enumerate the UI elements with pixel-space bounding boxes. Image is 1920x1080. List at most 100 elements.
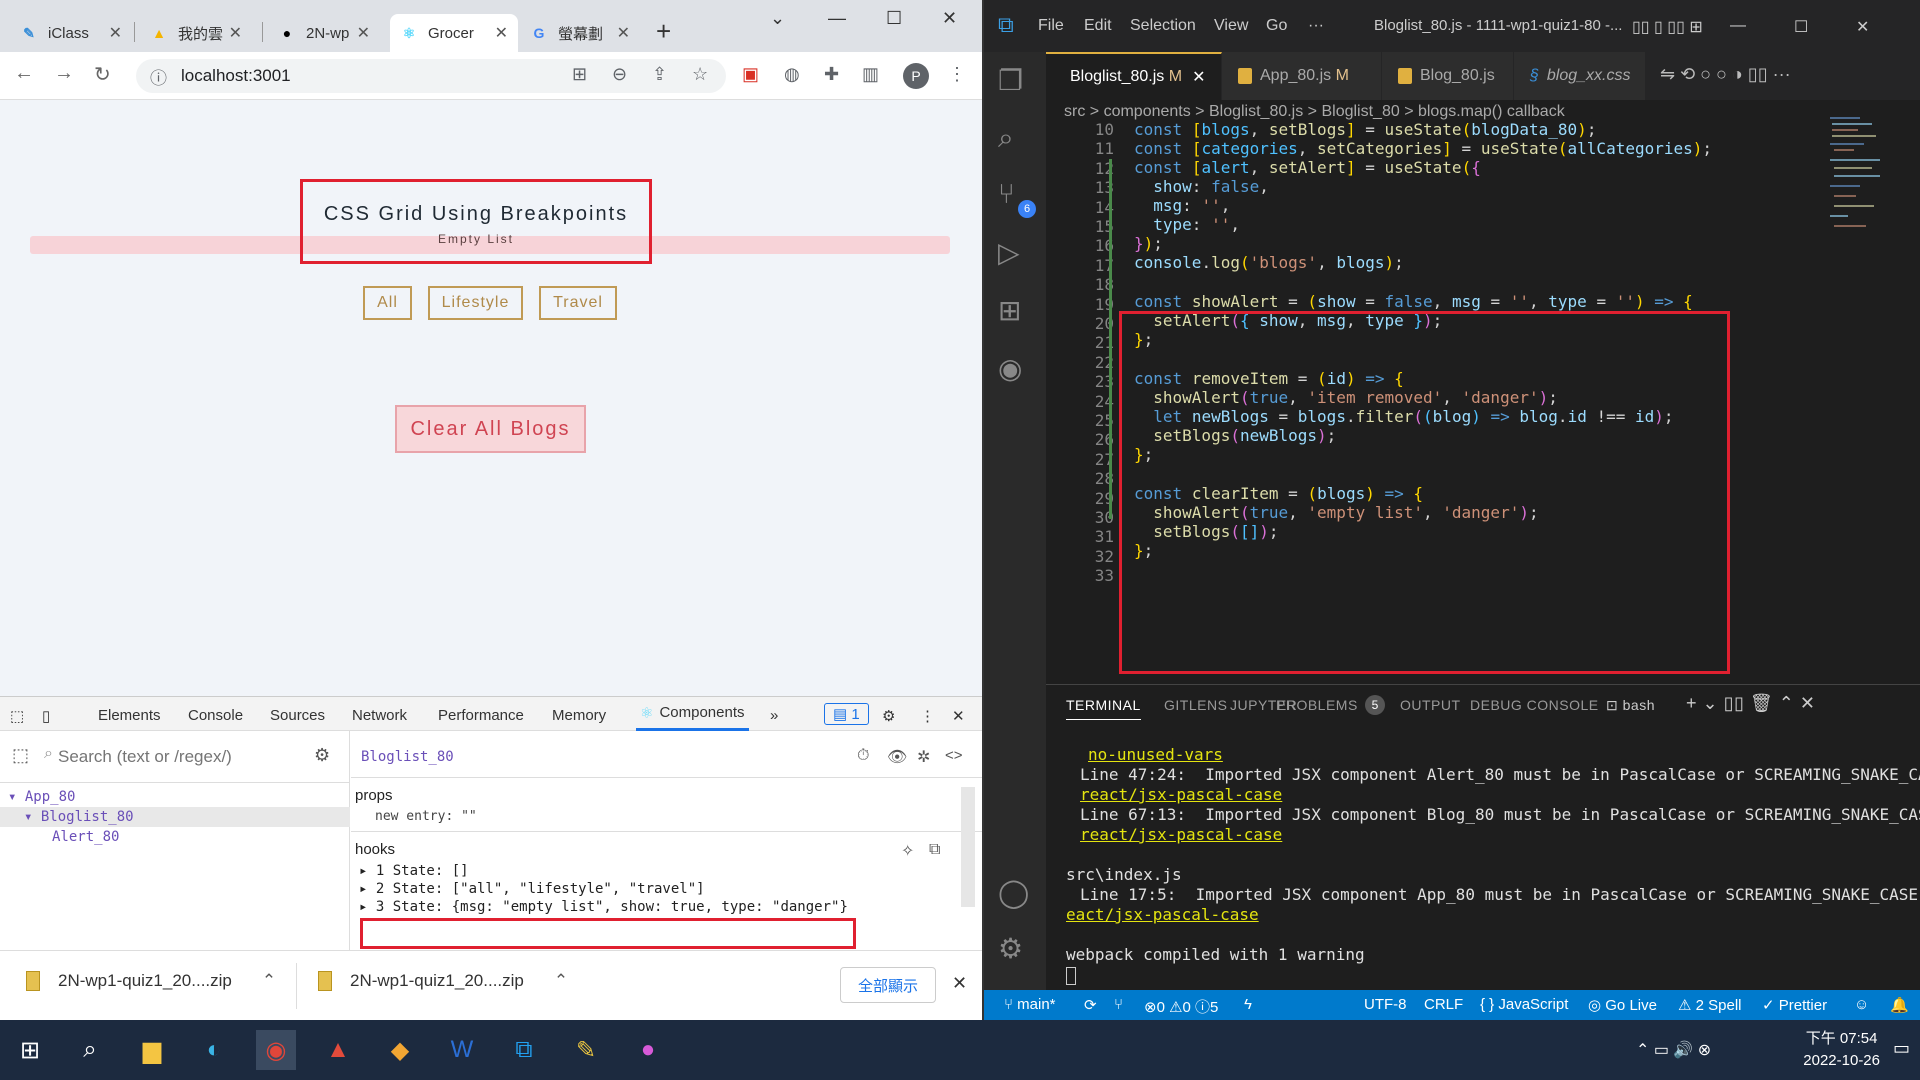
magic-wand-icon[interactable]: ✧ [901, 841, 914, 861]
search-icon[interactable]: ⌕ [70, 1030, 110, 1070]
tree-item-bloglist[interactable]: ▾ Bloglist_80 [0, 807, 350, 827]
close-icon[interactable]: ✕ [952, 973, 967, 994]
hook-state-1[interactable]: ▸ 1 State: [] [359, 863, 469, 879]
maximize-button[interactable]: ☐ [886, 8, 902, 29]
close-icon[interactable]: ✕ [1192, 67, 1205, 87]
tree-item-alert[interactable]: Alert_80 [52, 829, 119, 845]
bug-icon[interactable]: ✲ [917, 747, 930, 767]
close-icon[interactable]: ✕ [495, 23, 508, 43]
gear-icon[interactable]: ⚙ [998, 932, 1023, 965]
gear-icon[interactable]: ⚙ [882, 707, 895, 725]
tray-icons[interactable]: ⌃ ▭ 🔊 ⊗ [1636, 1040, 1711, 1060]
scrollbar[interactable] [961, 787, 975, 907]
filter-lifestyle-button[interactable]: Lifestyle [428, 286, 523, 320]
gear-icon[interactable]: ⚙ [314, 745, 330, 766]
code-icon[interactable]: <> [945, 747, 963, 764]
search-icon[interactable]: ⌕ [998, 122, 1014, 155]
lightning-icon[interactable]: ϟ [1244, 996, 1252, 1013]
spell-indicator[interactable]: ⚠ 2 Spell [1678, 996, 1741, 1014]
hook-state-3[interactable]: ▸ 3 State: {msg: "empty list", show: tru… [359, 899, 848, 915]
paint-icon[interactable]: ✎ [566, 1030, 606, 1070]
browser-tab-drive[interactable]: ▲ 我的雲 ✕ [140, 14, 252, 52]
menu-more[interactable]: ··· [1308, 17, 1324, 35]
select-element-icon[interactable]: ⬚ [12, 745, 29, 766]
go-live-button[interactable]: ◎ Go Live [1588, 996, 1657, 1014]
notification-icon[interactable]: ▭ [1893, 1038, 1910, 1059]
more-icon[interactable]: ⋮ [948, 64, 966, 85]
hook-state-2[interactable]: ▸ 2 State: ["all", "lifestyle", "travel"… [359, 881, 705, 897]
translate-icon[interactable]: ⊞ [572, 64, 587, 85]
panel-actions-icon[interactable]: + ⌄ ▯▯ 🗑 ⌃ ✕ [1686, 693, 1815, 714]
explorer-icon[interactable]: ❐ [998, 64, 1023, 97]
menu-file[interactable]: File [1038, 17, 1064, 35]
close-icon[interactable]: ✕ [617, 23, 630, 43]
sidepanel-icon[interactable]: ▥ [862, 64, 879, 85]
sync-icon[interactable]: ⟳ [1084, 996, 1097, 1014]
copy-icon[interactable]: ⧉ [929, 841, 940, 859]
close-window-button[interactable]: ✕ [942, 8, 957, 29]
new-tab-button[interactable]: + [656, 16, 671, 47]
panel-tab-output[interactable]: OUTPUT [1400, 697, 1461, 713]
chevron-up-icon[interactable]: ⌃ [262, 971, 276, 991]
show-all-downloads-button[interactable]: 全部顯示 [840, 967, 936, 1003]
layout-icon[interactable]: ▯▯ ▯ ▯▯ ⊞ [1632, 17, 1703, 37]
encoding-indicator[interactable]: UTF-8 [1364, 996, 1407, 1013]
terminal-shell-selector[interactable]: ⊡ bash [1606, 697, 1655, 714]
browser-tab-google[interactable]: G 螢幕劃 ✕ [520, 14, 640, 52]
address-bar[interactable]: ⓘ localhost:3001 [136, 59, 726, 93]
browser-tab-grocer[interactable]: ⚛ Grocer ✕ [390, 14, 518, 52]
eye-icon[interactable]: 👁 [887, 747, 907, 767]
clear-all-blogs-button[interactable]: Clear All Blogs [395, 405, 586, 453]
tree-item-app[interactable]: ▾ App_80 [8, 789, 75, 805]
download-item[interactable]: 2N-wp1-quiz1_20....zip ⌃ [26, 971, 276, 991]
extension-red-icon[interactable]: ▣ [742, 64, 759, 85]
run-debug-icon[interactable]: ▷ [998, 236, 1020, 269]
more-icon[interactable]: ⋮ [920, 707, 935, 725]
extension-circle-icon[interactable]: ◍ [784, 64, 800, 85]
chevron-up-icon[interactable]: ⌃ [554, 971, 568, 991]
close-icon[interactable]: ✕ [109, 23, 122, 43]
system-clock[interactable]: 下午 07:54 2022-10-26 [1803, 1028, 1880, 1072]
panel-tab-problems[interactable]: PROBLEMS [1276, 697, 1358, 713]
panel-tab-gitlens[interactable]: GITLENS [1164, 697, 1227, 713]
browser-tab-github[interactable]: ● 2N-wp ✕ [268, 14, 380, 52]
tab-sources[interactable]: Sources [270, 707, 325, 724]
reload-button[interactable]: ↻ [94, 62, 111, 87]
edge-icon[interactable]: ◐ [194, 1030, 234, 1070]
tab-performance[interactable]: Performance [438, 707, 524, 724]
extensions-icon[interactable]: ⊞ [998, 294, 1021, 327]
windows-start-icon[interactable]: ⊞ [10, 1030, 50, 1070]
sourcetree-icon[interactable]: ◆ [380, 1030, 420, 1070]
editor-tab-app[interactable]: App_80.js M [1222, 52, 1382, 100]
filter-all-button[interactable]: All [363, 286, 412, 320]
balloon-icon[interactable]: ● [628, 1030, 668, 1070]
pdf-icon[interactable]: ▲ [318, 1030, 358, 1070]
editor-tab-css[interactable]: § blog_xx.css [1514, 52, 1646, 100]
message-badge[interactable]: ▤ 1 [824, 703, 869, 725]
more-tabs-icon[interactable]: » [770, 707, 778, 724]
account-icon[interactable]: ◯ [998, 876, 1029, 909]
chrome-icon[interactable]: ◉ [256, 1030, 296, 1070]
minimize-button[interactable]: — [828, 8, 846, 29]
panel-tab-debug-console[interactable]: DEBUG CONSOLE [1470, 697, 1599, 713]
file-explorer-icon[interactable]: ▆ [132, 1030, 172, 1070]
language-indicator[interactable]: { } JavaScript [1480, 996, 1568, 1013]
prettier-indicator[interactable]: ✓ Prettier [1762, 996, 1827, 1014]
timer-icon[interactable]: ⏱ [857, 747, 869, 765]
editor-tab-blog[interactable]: Blog_80.js [1382, 52, 1514, 100]
maximize-button[interactable]: ☐ [1794, 17, 1808, 37]
vscode-icon[interactable]: ⧉ [504, 1030, 544, 1070]
menu-go[interactable]: Go [1266, 17, 1287, 35]
minimize-button[interactable]: — [1730, 17, 1746, 35]
editor-tab-bloglist[interactable]: Bloglist_80.js M ✕ [1046, 52, 1222, 100]
back-button[interactable]: ← [14, 62, 34, 85]
close-icon[interactable]: ✕ [952, 707, 965, 725]
share-icon[interactable]: ⇪ [652, 64, 667, 85]
browser-tab-iclass[interactable]: ✎ iClass ✕ [10, 14, 132, 52]
tab-components[interactable]: ⚛ Components [636, 697, 749, 731]
forward-button[interactable]: → [54, 62, 74, 85]
menu-selection[interactable]: Selection [1130, 17, 1196, 35]
download-item[interactable]: 2N-wp1-quiz1_20....zip ⌃ [318, 971, 568, 991]
menu-view[interactable]: View [1214, 17, 1248, 35]
bell-icon[interactable]: 🔔 [1890, 996, 1909, 1014]
